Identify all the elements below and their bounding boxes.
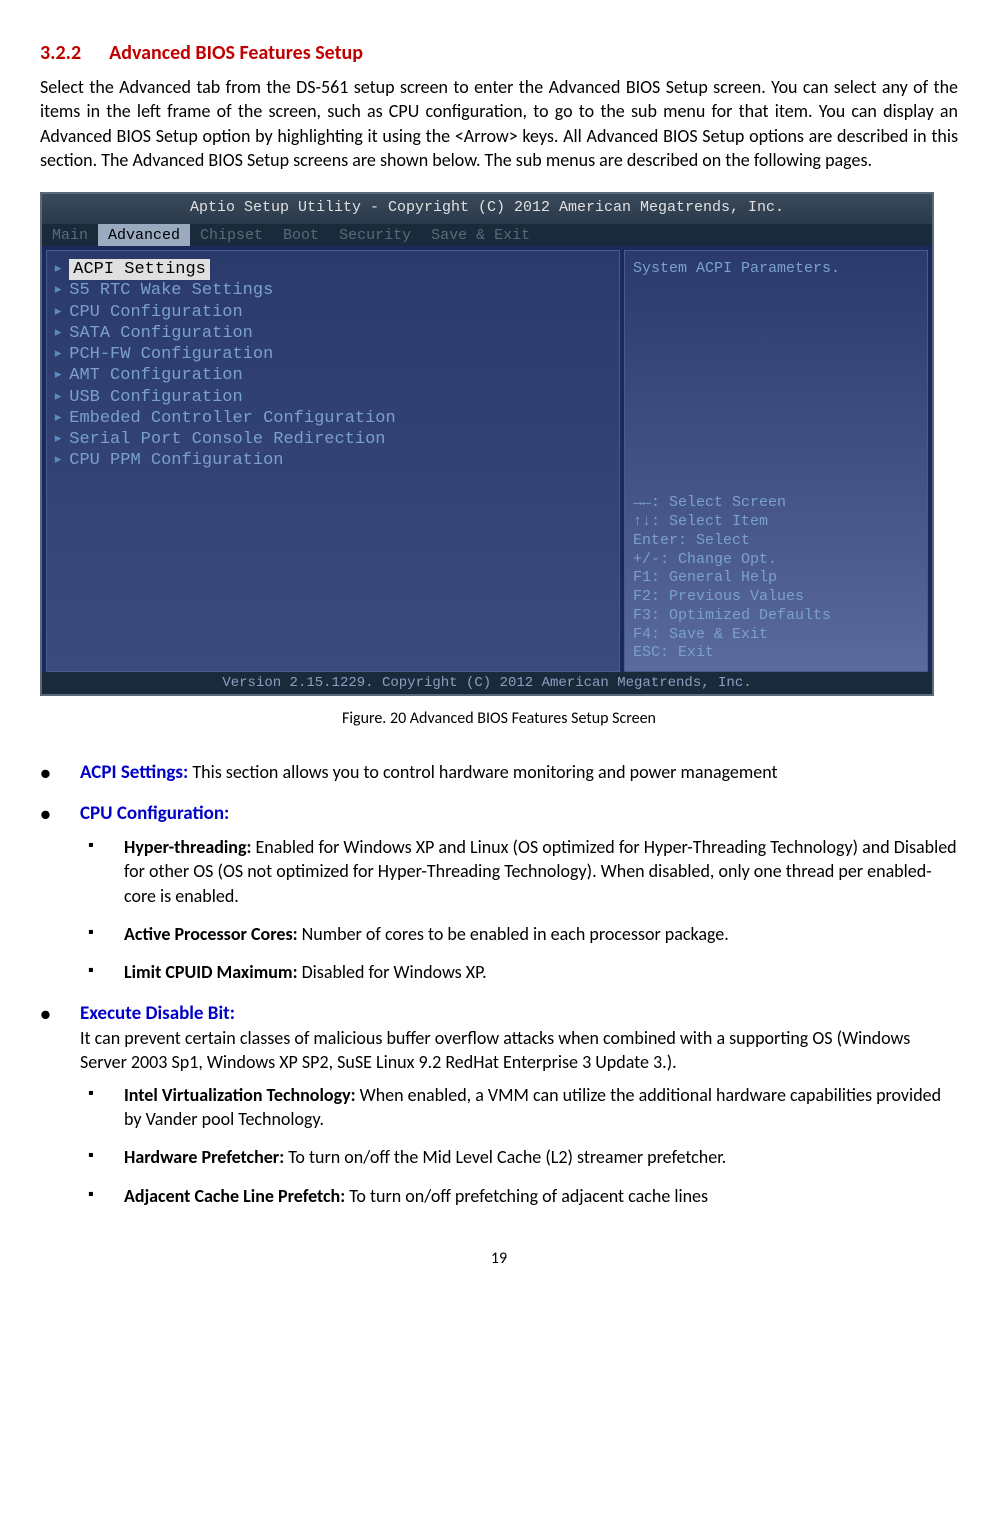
bios-menu-item: SATA Configuration — [69, 324, 253, 343]
bios-help-line: F1: General Help — [633, 569, 919, 588]
bios-help-line: F2: Previous Values — [633, 588, 919, 607]
list-item-execute: Execute Disable Bit: It can prevent cert… — [40, 1001, 958, 1208]
bios-description: System ACPI Parameters. — [633, 259, 919, 279]
bios-help-line: F3: Optimized Defaults — [633, 607, 919, 626]
sub-bold: Hyper-threading: — [124, 836, 251, 858]
section-title: Advanced BIOS Features Setup — [109, 41, 363, 65]
bios-screenshot: Aptio Setup Utility - Copyright (C) 2012… — [40, 192, 934, 696]
page-number: 19 — [40, 1248, 958, 1270]
bios-menu: ▸ACPI Settings ▸S5 RTC Wake Settings ▸CP… — [46, 250, 620, 672]
bios-menu-item: USB Configuration — [69, 388, 242, 407]
bios-menu-item: CPU PPM Configuration — [69, 451, 283, 470]
list-item-cpu: CPU Configuration: Hyper-threading: Enab… — [40, 801, 958, 984]
sub-bold: Active Processor Cores: — [124, 923, 298, 945]
bios-help-line: F4: Save & Exit — [633, 626, 919, 645]
bios-help: →←: Select Screen ↑↓: Select Item Enter:… — [633, 494, 919, 663]
item-text: It can prevent certain classes of malici… — [80, 1027, 910, 1073]
intro-paragraph: Select the Advanced tab from the DS-561 … — [40, 75, 958, 172]
bios-titlebar: Aptio Setup Utility - Copyright (C) 2012… — [42, 194, 932, 224]
item-heading: Execute Disable Bit: — [80, 1002, 235, 1025]
bios-help-line: ESC: Exit — [633, 644, 919, 663]
sub-bold: Adjacent Cache Line Prefetch: — [124, 1185, 345, 1207]
list-item-acpi: ACPI Settings: This section allows you t… — [40, 760, 958, 786]
section-heading: 3.2.2 Advanced BIOS Features Setup — [40, 40, 958, 67]
sub-bold: Limit CPUID Maximum: — [124, 961, 298, 983]
bios-tab-security: Security — [329, 224, 421, 246]
sub-item: Adjacent Cache Line Prefetch: To turn on… — [80, 1184, 958, 1208]
sub-item: Hardware Prefetcher: To turn on/off the … — [80, 1145, 958, 1169]
item-heading: CPU Configuration: — [80, 802, 229, 825]
sub-text: To turn on/off the Mid Level Cache (L2) … — [284, 1146, 726, 1168]
sub-bold: Intel Virtualization Technology: — [124, 1084, 356, 1106]
bios-tabs: Main Advanced Chipset Boot Security Save… — [42, 224, 932, 246]
figure-caption: Figure. 20 Advanced BIOS Features Setup … — [40, 708, 958, 730]
bios-menu-item: PCH-FW Configuration — [69, 345, 273, 364]
item-heading: ACPI Settings: — [80, 761, 188, 784]
bios-tab-main: Main — [42, 224, 98, 246]
bios-tab-boot: Boot — [273, 224, 329, 246]
bios-help-line: ↑↓: Select Item — [633, 513, 919, 532]
sub-item: Intel Virtualization Technology: When en… — [80, 1083, 958, 1132]
item-text: This section allows you to control hardw… — [188, 761, 777, 783]
bios-help-line: +/-: Change Opt. — [633, 551, 919, 570]
bios-help-line: →←: Select Screen — [633, 494, 919, 513]
sub-text: To turn on/off prefetching of adjacent c… — [345, 1185, 708, 1207]
sub-bold: Hardware Prefetcher: — [124, 1146, 284, 1168]
bios-menu-item: Serial Port Console Redirection — [69, 430, 385, 449]
sub-text: Number of cores to be enabled in each pr… — [298, 923, 729, 945]
section-number: 3.2.2 — [40, 41, 81, 65]
bios-tab-chipset: Chipset — [190, 224, 273, 246]
sub-item: Hyper-threading: Enabled for Windows XP … — [80, 835, 958, 908]
bios-menu-item: AMT Configuration — [69, 366, 242, 385]
sub-item: Limit CPUID Maximum: Disabled for Window… — [80, 960, 958, 984]
bios-menu-item: ACPI Settings — [69, 259, 210, 280]
bios-tab-save: Save & Exit — [421, 224, 540, 246]
sub-text: Disabled for Windows XP. — [298, 961, 487, 983]
bios-menu-item: CPU Configuration — [69, 303, 242, 322]
bios-help-line: Enter: Select — [633, 532, 919, 551]
bios-bottombar: Version 2.15.1229. Copyright (C) 2012 Am… — [42, 672, 932, 694]
bios-tab-advanced: Advanced — [98, 224, 190, 246]
bios-menu-item: Embeded Controller Configuration — [69, 409, 395, 428]
bios-menu-item: S5 RTC Wake Settings — [69, 281, 273, 300]
bios-right-panel: System ACPI Parameters. →←: Select Scree… — [624, 250, 928, 672]
sub-item: Active Processor Cores: Number of cores … — [80, 922, 958, 946]
